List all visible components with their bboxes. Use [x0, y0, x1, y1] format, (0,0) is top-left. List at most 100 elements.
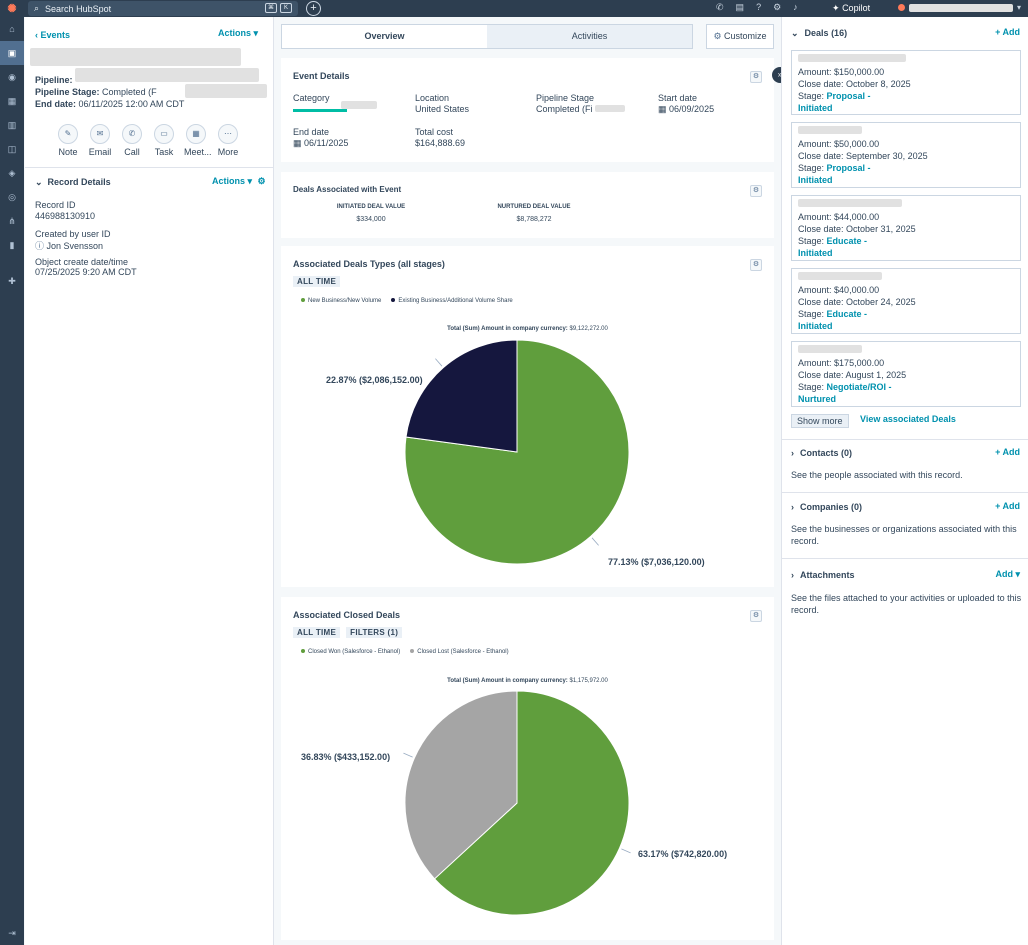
- bookmark-icon[interactable]: ⌂: [0, 17, 24, 41]
- reporting-icon[interactable]: ▮: [0, 233, 24, 257]
- stage-value[interactable]: Educate -: [827, 236, 868, 246]
- account-menu[interactable]: ▾: [898, 3, 1021, 12]
- workflows-icon[interactable]: ⋔: [0, 209, 24, 233]
- redacted-record-name: [30, 48, 241, 66]
- record-details-actions[interactable]: Actions ▾ ⚙: [212, 176, 266, 187]
- record-details-title: Record Details: [47, 177, 111, 187]
- gear-icon[interactable]: ⚙: [750, 71, 762, 83]
- note-action[interactable]: ✎ Note: [56, 124, 80, 157]
- notifications-icon[interactable]: ♪: [793, 2, 798, 13]
- view-associated-deals-link[interactable]: View associated Deals: [860, 414, 956, 424]
- stage-value[interactable]: Educate -: [827, 309, 868, 319]
- help-icon[interactable]: ?: [756, 2, 761, 13]
- marketing-icon[interactable]: ◉: [0, 65, 24, 89]
- contacts-section-toggle[interactable]: › Contacts (0): [791, 448, 852, 458]
- amount-label: Amount:: [798, 67, 832, 77]
- call-action[interactable]: ✆ Call: [120, 124, 144, 157]
- back-to-events-link[interactable]: ‹ Events: [35, 30, 70, 40]
- attachments-section-toggle[interactable]: › Attachments: [791, 570, 855, 580]
- add-company-button[interactable]: + Add: [995, 501, 1020, 511]
- gear-icon[interactable]: ⚙: [258, 176, 266, 186]
- expand-nav-icon[interactable]: ⇥: [0, 921, 24, 945]
- amount-label: Amount:: [798, 358, 832, 368]
- call-label: Call: [124, 147, 140, 157]
- show-more-button[interactable]: Show more: [791, 414, 849, 428]
- amount-value: $175,000.00: [834, 358, 885, 368]
- top-bar: ✺ ⌕ Search HubSpot ⌘ K + ✆ ▤ ? ⚙ ♪ ✦ Copi…: [0, 0, 1028, 17]
- stage-label: Stage:: [798, 309, 825, 319]
- stage-value-cont[interactable]: Initiated: [798, 174, 1014, 186]
- pie-leader-line-1: [435, 358, 443, 367]
- deal-types-chart-card: Associated Deals Types (all stages) ⚙ AL…: [281, 246, 774, 587]
- amount-value: $44,000.00: [834, 212, 880, 222]
- record-tabs: Overview Activities: [281, 24, 693, 49]
- companies-section-toggle[interactable]: › Companies (0): [791, 502, 862, 512]
- content-icon[interactable]: ▦: [0, 89, 24, 113]
- start-date-field: Start date ▦ 06/09/2025: [658, 93, 714, 115]
- pipeline-stage-label: Pipeline Stage: [536, 93, 595, 103]
- customize-button[interactable]: ⚙ Customize: [706, 24, 774, 49]
- data-icon[interactable]: ◎: [0, 185, 24, 209]
- more-action[interactable]: ⋯ More: [216, 124, 240, 157]
- task-action[interactable]: ▭ Task: [152, 124, 176, 157]
- email-label: Email: [88, 147, 112, 157]
- email-action[interactable]: ✉ Email: [88, 124, 112, 157]
- association-sidebar: ⌄ Deals (16) + Add Amount: $150,000.00 Cl…: [781, 17, 1028, 945]
- stage-value-cont[interactable]: Initiated: [798, 102, 1014, 114]
- hubspot-logo-icon[interactable]: ✺: [0, 0, 24, 17]
- tab-overview[interactable]: Overview: [282, 25, 487, 48]
- redacted-deal-name: [798, 126, 862, 134]
- record-actions-button[interactable]: Actions ▾: [218, 28, 258, 39]
- chevron-down-icon: ⌄: [35, 177, 43, 187]
- record-details-toggle[interactable]: ⌄ Record Details: [35, 177, 111, 188]
- close-label: Close date:: [798, 224, 844, 234]
- deal-stage: Stage: Proposal -: [798, 90, 1014, 102]
- gear-icon[interactable]: ⚙: [750, 185, 762, 197]
- stage-value-cont[interactable]: Initiated: [798, 320, 1014, 332]
- add-deal-button[interactable]: + Add: [995, 27, 1020, 37]
- redacted-stage: [185, 84, 267, 98]
- commerce-icon[interactable]: ▥: [0, 113, 24, 137]
- stage-value-cont[interactable]: Initiated: [798, 247, 1014, 259]
- phone-icon[interactable]: ✆: [716, 2, 724, 13]
- copilot-button[interactable]: ✦ Copilot: [832, 3, 870, 14]
- redacted-deal-name: [798, 272, 882, 280]
- search-bar[interactable]: ⌕ Search HubSpot ⌘ K: [28, 1, 298, 16]
- apps-icon[interactable]: ✚: [0, 269, 24, 293]
- crm-icon[interactable]: ▣: [0, 41, 24, 65]
- add-attachment-button[interactable]: Add ▾: [995, 569, 1020, 580]
- stage-value[interactable]: Negotiate/ROI -: [827, 382, 892, 392]
- end-date-value: 06/11/2025 12:00 AM CDT: [78, 99, 185, 109]
- tab-activities[interactable]: Activities: [487, 25, 692, 48]
- amount-value: $50,000.00: [834, 139, 880, 149]
- create-new-button[interactable]: +: [306, 1, 321, 16]
- meeting-action[interactable]: ▦ Meet...: [184, 124, 212, 157]
- stage-value-cont[interactable]: Nurtured: [798, 393, 1014, 405]
- deal-card[interactable]: Amount: $40,000.00 Close date: October 2…: [791, 268, 1021, 334]
- stage-value[interactable]: Proposal -: [827, 163, 871, 173]
- created-by-name: Jon Svensson: [46, 241, 104, 251]
- deal-card[interactable]: Amount: $44,000.00 Close date: October 3…: [791, 195, 1021, 261]
- close-value: September 30, 2025: [846, 151, 928, 161]
- divider: [782, 558, 1028, 559]
- amount-label: Amount:: [798, 285, 832, 295]
- pie-slice-1[interactable]: [405, 339, 518, 453]
- start-date-label: Start date: [658, 93, 698, 103]
- deal-card[interactable]: Amount: $150,000.00 Close date: October …: [791, 50, 1021, 115]
- settings-icon[interactable]: ⚙: [773, 2, 781, 13]
- add-contact-button[interactable]: + Add: [995, 447, 1020, 457]
- calendar-icon: ▦: [293, 138, 302, 148]
- note-icon: ✎: [58, 124, 78, 144]
- deals-section-toggle[interactable]: ⌄ Deals (16): [791, 28, 847, 39]
- marketplace-icon[interactable]: ▤: [736, 2, 745, 13]
- nurtured-deal-label: NURTURED DEAL VALUE: [497, 204, 571, 210]
- service-icon[interactable]: ◫: [0, 137, 24, 161]
- deal-card[interactable]: Amount: $175,000.00 Close date: August 1…: [791, 341, 1021, 407]
- stage-value[interactable]: Proposal -: [827, 91, 871, 101]
- contacts-title: Contacts (0): [800, 448, 853, 458]
- automation-icon[interactable]: ◈: [0, 161, 24, 185]
- created-by-label: Created by user ID: [35, 229, 111, 239]
- deal-card[interactable]: Amount: $50,000.00 Close date: September…: [791, 122, 1021, 188]
- redacted-deal-name: [798, 199, 902, 207]
- companies-title: Companies (0): [800, 502, 863, 512]
